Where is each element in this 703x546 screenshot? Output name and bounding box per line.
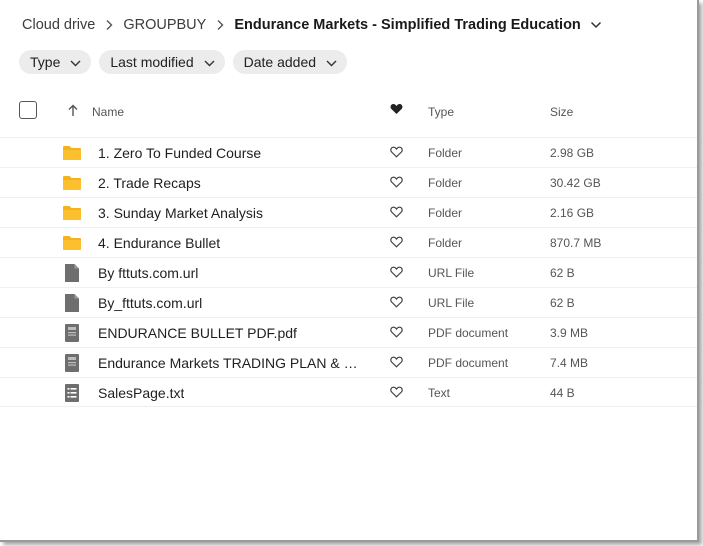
file-size: 2.98 GB	[550, 146, 595, 160]
select-all-checkbox[interactable]	[19, 101, 37, 119]
url-file-icon	[62, 263, 82, 283]
file-name[interactable]: 1. Zero To Funded Course	[98, 145, 261, 161]
file-row[interactable]: 1. Zero To Funded Course Folder 2.98 GB	[0, 137, 697, 167]
breadcrumb-current-folder: Endurance Markets - Simplified Trading E…	[234, 17, 581, 33]
favourite-column-heart-icon[interactable]	[390, 103, 403, 118]
chevron-right-icon	[105, 19, 113, 31]
folder-icon	[62, 203, 82, 223]
file-name[interactable]: ENDURANCE BULLET PDF.pdf	[98, 325, 297, 341]
heart-icon[interactable]	[390, 206, 403, 221]
folder-icon	[62, 173, 82, 193]
date-added-filter-chip[interactable]: Date added	[232, 50, 348, 74]
chevron-down-icon	[326, 54, 337, 70]
breadcrumb: Cloud drive GROUPBUY Endurance Markets -…	[22, 15, 602, 35]
file-row[interactable]: Endurance Markets TRADING PLAN & GU... P…	[0, 347, 697, 377]
url-file-icon	[62, 293, 82, 313]
file-name[interactable]: 4. Endurance Bullet	[98, 235, 220, 251]
file-row[interactable]: 3. Sunday Market Analysis Folder 2.16 GB	[0, 197, 697, 227]
file-type: Folder	[428, 206, 463, 220]
file-size: 870.7 MB	[550, 236, 602, 250]
file-name[interactable]: 3. Sunday Market Analysis	[98, 205, 263, 221]
date-added-filter-label: Date added	[243, 54, 317, 70]
file-type: URL File	[428, 266, 475, 280]
file-size: 62 B	[550, 296, 575, 310]
filter-bar: Type Last modified Date added	[19, 50, 348, 74]
text-file-icon	[62, 383, 82, 403]
name-column-header[interactable]: Name	[92, 105, 124, 119]
file-row[interactable]: By_fttuts.com.url URL File 62 B	[0, 287, 697, 317]
heart-icon[interactable]	[390, 146, 403, 161]
pdf-file-icon	[62, 323, 82, 343]
heart-icon[interactable]	[390, 236, 403, 251]
heart-icon[interactable]	[390, 266, 403, 281]
type-column-header[interactable]: Type	[428, 105, 454, 119]
heart-icon[interactable]	[390, 326, 403, 341]
file-type: URL File	[428, 296, 475, 310]
file-list: 1. Zero To Funded Course Folder 2.98 GB …	[0, 137, 697, 407]
file-row[interactable]: By fttuts.com.url URL File 62 B	[0, 257, 697, 287]
file-size: 3.9 MB	[550, 326, 589, 340]
file-size: 44 B	[550, 386, 575, 400]
breadcrumb-groupbuy[interactable]: GROUPBUY	[123, 17, 206, 33]
table-header: Name Type Size	[0, 97, 697, 127]
breadcrumb-cloud-drive[interactable]: Cloud drive	[22, 17, 95, 33]
file-type: PDF document	[428, 356, 509, 370]
chevron-down-icon	[204, 54, 215, 70]
file-name[interactable]: Endurance Markets TRADING PLAN & GU...	[98, 355, 368, 371]
file-type: Folder	[428, 146, 463, 160]
file-name[interactable]: By_fttuts.com.url	[98, 295, 202, 311]
file-type: Folder	[428, 176, 463, 190]
heart-icon[interactable]	[390, 296, 403, 311]
file-size: 7.4 MB	[550, 356, 589, 370]
last-modified-filter-chip[interactable]: Last modified	[99, 50, 225, 74]
file-row[interactable]: 2. Trade Recaps Folder 30.42 GB	[0, 167, 697, 197]
chevron-down-icon[interactable]	[590, 21, 602, 29]
folder-icon	[62, 233, 82, 253]
type-filter-label: Type	[30, 54, 61, 70]
file-row[interactable]: 4. Endurance Bullet Folder 870.7 MB	[0, 227, 697, 257]
file-type: Folder	[428, 236, 463, 250]
size-column-header[interactable]: Size	[550, 105, 573, 119]
heart-icon[interactable]	[390, 356, 403, 371]
heart-icon[interactable]	[390, 176, 403, 191]
file-size: 30.42 GB	[550, 176, 601, 190]
sort-ascending-icon[interactable]	[67, 104, 79, 120]
file-row[interactable]: SalesPage.txt Text 44 B	[0, 377, 697, 407]
last-modified-filter-label: Last modified	[110, 54, 194, 70]
file-size: 2.16 GB	[550, 206, 595, 220]
folder-icon	[62, 143, 82, 163]
file-name[interactable]: SalesPage.txt	[98, 385, 184, 401]
file-name[interactable]: By fttuts.com.url	[98, 265, 198, 281]
file-size: 62 B	[550, 266, 575, 280]
chevron-down-icon	[70, 54, 81, 70]
type-filter-chip[interactable]: Type	[19, 50, 92, 74]
chevron-right-icon	[216, 19, 224, 31]
file-type: Text	[428, 386, 451, 400]
file-name[interactable]: 2. Trade Recaps	[98, 175, 201, 191]
heart-icon[interactable]	[390, 386, 403, 401]
file-browser: Cloud drive GROUPBUY Endurance Markets -…	[0, 0, 699, 542]
file-type: PDF document	[428, 326, 509, 340]
pdf-file-icon	[62, 353, 82, 373]
file-row[interactable]: ENDURANCE BULLET PDF.pdf PDF document 3.…	[0, 317, 697, 347]
